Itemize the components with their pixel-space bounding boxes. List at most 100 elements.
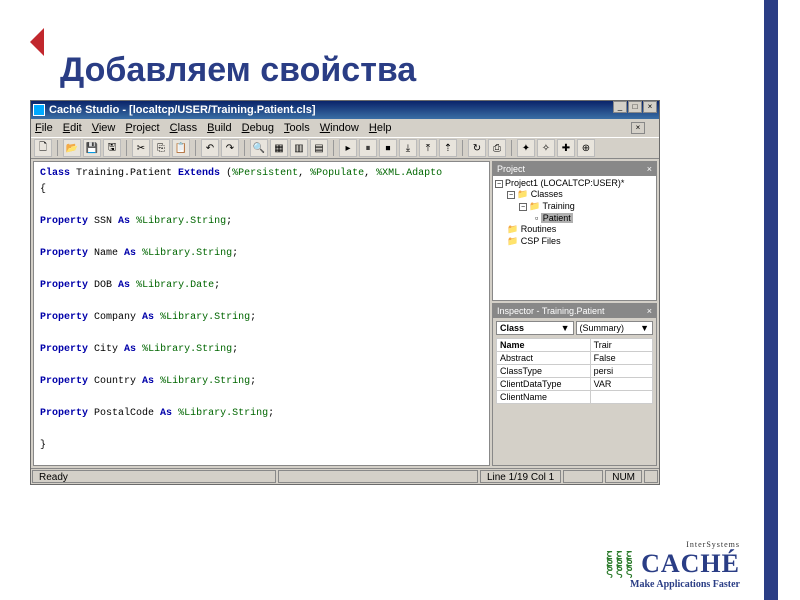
project-tree[interactable]: −Project1 (LOCALTCP:USER)* −📁 Classes −📁… bbox=[493, 176, 656, 300]
close-button[interactable]: × bbox=[643, 101, 657, 113]
project-panel-header: Project × bbox=[493, 162, 656, 176]
status-ready: Ready bbox=[32, 470, 276, 483]
inspector-row[interactable]: ClientName bbox=[497, 391, 653, 404]
inspector-value bbox=[590, 391, 652, 404]
tool-pause-icon[interactable]: ⏸ bbox=[359, 139, 377, 157]
tool-stepover-icon[interactable]: ⤓ bbox=[399, 139, 417, 157]
menu-tools[interactable]: Tools bbox=[284, 122, 310, 134]
tool-new-icon[interactable]: 🗋 bbox=[34, 139, 52, 157]
menu-window[interactable]: Window bbox=[320, 122, 359, 134]
tool-stepin-icon[interactable]: ⤒ bbox=[419, 139, 437, 157]
mdi-close-button[interactable]: × bbox=[631, 122, 645, 134]
tool-open-icon[interactable]: 📂 bbox=[63, 139, 81, 157]
tool-refresh-icon[interactable]: ↻ bbox=[468, 139, 486, 157]
panel-close-icon[interactable]: × bbox=[647, 306, 652, 316]
menu-view[interactable]: View bbox=[92, 122, 116, 134]
app-icon bbox=[33, 104, 45, 116]
logo: InterSystems ξξξξξξξξξ CACHÉ Make Applic… bbox=[606, 540, 740, 590]
status-spacer bbox=[278, 470, 478, 483]
titlebar: Caché Studio - [localtcp/USER/Training.P… bbox=[31, 101, 659, 119]
tool-wiz4-icon[interactable]: ⊕ bbox=[577, 139, 595, 157]
tree-patient[interactable]: Patient bbox=[541, 213, 573, 223]
status-linecol: Line 1/19 Col 1 bbox=[480, 470, 561, 483]
minimize-button[interactable]: _ bbox=[613, 101, 627, 113]
chevron-down-icon: ▼ bbox=[561, 323, 570, 333]
tool-redo-icon[interactable]: ↷ bbox=[221, 139, 239, 157]
separator bbox=[126, 140, 127, 156]
tree-root[interactable]: Project1 (LOCALTCP:USER)* bbox=[505, 178, 624, 188]
tool-wiz2-icon[interactable]: ✧ bbox=[537, 139, 555, 157]
menu-edit[interactable]: Edit bbox=[63, 122, 82, 134]
inspector-body: Class▼ (Summary)▼ NameTrairAbstractFalse… bbox=[493, 318, 656, 465]
menu-file[interactable]: File bbox=[35, 122, 53, 134]
inspector-key: ClientDataType bbox=[497, 378, 591, 391]
menu-class[interactable]: Class bbox=[170, 122, 198, 134]
inspector-row[interactable]: AbstractFalse bbox=[497, 352, 653, 365]
inspector-table: NameTrairAbstractFalseClassTypepersiClie… bbox=[496, 338, 653, 404]
menubar: File Edit View Project Class Build Debug… bbox=[31, 119, 659, 137]
accent-triangle bbox=[30, 28, 44, 56]
inspector-value: persi bbox=[590, 365, 652, 378]
tool-copy-icon[interactable]: ⎘ bbox=[152, 139, 170, 157]
status-grip bbox=[644, 470, 658, 483]
menu-build[interactable]: Build bbox=[207, 122, 231, 134]
tool-wiz1-icon[interactable]: ✦ bbox=[517, 139, 535, 157]
tree-training[interactable]: Training bbox=[543, 201, 575, 211]
inspector-panel-header: Inspector - Training.Patient × bbox=[493, 304, 656, 318]
tool-find-icon[interactable]: 🔍 bbox=[250, 139, 268, 157]
tool-undo-icon[interactable]: ↶ bbox=[201, 139, 219, 157]
inspector-key: Name bbox=[497, 339, 591, 352]
inspector-row[interactable]: ClassTypepersi bbox=[497, 365, 653, 378]
tool-run-icon[interactable]: ▸ bbox=[339, 139, 357, 157]
tool-build-icon[interactable]: ▥ bbox=[290, 139, 308, 157]
panel-close-icon[interactable]: × bbox=[647, 164, 652, 174]
chevron-down-icon: ▼ bbox=[640, 323, 649, 333]
logo-brand: CACHÉ bbox=[641, 549, 740, 579]
tool-paste-icon[interactable]: 📋 bbox=[172, 139, 190, 157]
window-title: Caché Studio - [localtcp/USER/Training.P… bbox=[49, 104, 657, 116]
inspector-summary-dropdown[interactable]: (Summary)▼ bbox=[576, 321, 654, 335]
tree-csp[interactable]: CSP Files bbox=[521, 236, 561, 246]
tree-minus-icon[interactable]: − bbox=[495, 180, 503, 188]
separator bbox=[333, 140, 334, 156]
status-spacer2 bbox=[563, 470, 603, 483]
inspector-class-dropdown[interactable]: Class▼ bbox=[496, 321, 574, 335]
tree-routines[interactable]: Routines bbox=[521, 224, 557, 234]
menu-help[interactable]: Help bbox=[369, 122, 392, 134]
tool-buildall-icon[interactable]: ▤ bbox=[310, 139, 328, 157]
side-stripe bbox=[764, 0, 778, 600]
tree-classes[interactable]: Classes bbox=[531, 189, 563, 199]
tool-stop-icon[interactable]: ⏹ bbox=[379, 139, 397, 157]
logo-mark-icon: ξξξξξξξξξ bbox=[606, 554, 635, 575]
inspector-row[interactable]: ClientDataTypeVAR bbox=[497, 378, 653, 391]
toolbar: 🗋 📂 💾 🖫 ✂ ⎘ 📋 ↶ ↷ 🔍 ▦ ▥ ▤ ▸ ⏸ ⏹ ⤓ ⤒ ⇡ ↻ … bbox=[31, 137, 659, 159]
inspector-value: Trair bbox=[590, 339, 652, 352]
tree-minus-icon[interactable]: − bbox=[519, 203, 527, 211]
tool-print-icon[interactable]: ⎙ bbox=[488, 139, 506, 157]
logo-company: InterSystems bbox=[606, 540, 740, 549]
inspector-key: ClassType bbox=[497, 365, 591, 378]
tree-minus-icon[interactable]: − bbox=[507, 191, 515, 199]
tool-compile-icon[interactable]: ▦ bbox=[270, 139, 288, 157]
tool-cut-icon[interactable]: ✂ bbox=[132, 139, 150, 157]
tool-saveall-icon[interactable]: 🖫 bbox=[103, 139, 121, 157]
statusbar: Ready Line 1/19 Col 1 NUM bbox=[31, 468, 659, 484]
inspector-value: VAR bbox=[590, 378, 652, 391]
tool-save-icon[interactable]: 💾 bbox=[83, 139, 101, 157]
maximize-button[interactable]: □ bbox=[628, 101, 642, 113]
menu-debug[interactable]: Debug bbox=[242, 122, 274, 134]
status-num: NUM bbox=[605, 470, 642, 483]
separator bbox=[57, 140, 58, 156]
menu-project[interactable]: Project bbox=[125, 122, 159, 134]
cache-studio-window: _ □ × Caché Studio - [localtcp/USER/Trai… bbox=[30, 100, 660, 485]
workspace: Class Training.Patient Extends (%Persist… bbox=[31, 159, 659, 468]
tool-wiz3-icon[interactable]: ✚ bbox=[557, 139, 575, 157]
inspector-value: False bbox=[590, 352, 652, 365]
tool-stepout-icon[interactable]: ⇡ bbox=[439, 139, 457, 157]
inspector-row[interactable]: NameTrair bbox=[497, 339, 653, 352]
inspector-key: Abstract bbox=[497, 352, 591, 365]
logo-tagline: Make Applications Faster bbox=[606, 579, 740, 590]
right-pane: Project × −Project1 (LOCALTCP:USER)* −📁 … bbox=[492, 161, 657, 466]
code-editor[interactable]: Class Training.Patient Extends (%Persist… bbox=[33, 161, 490, 466]
separator bbox=[195, 140, 196, 156]
